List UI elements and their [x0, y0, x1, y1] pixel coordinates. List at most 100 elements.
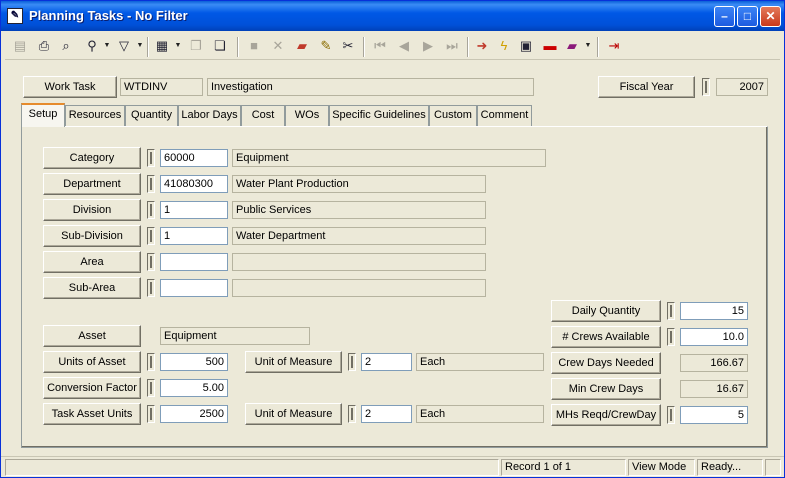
category-button[interactable]: Category — [43, 147, 141, 169]
indicator — [147, 379, 155, 397]
division-description: Public Services — [232, 201, 486, 219]
copy-icon[interactable]: ❐ — [185, 36, 207, 58]
ready-status: Ready... — [697, 459, 763, 476]
tab-custom[interactable]: Custom — [429, 105, 477, 126]
tab-setup[interactable]: Setup — [21, 103, 65, 127]
close-button[interactable]: ✕ — [760, 6, 781, 27]
area-button[interactable]: Area — [43, 251, 141, 273]
disabled-delete-icon[interactable]: ✕ — [267, 36, 289, 58]
sub-area-button[interactable]: Sub-Area — [43, 277, 141, 299]
area-description — [232, 253, 486, 271]
preview-icon[interactable]: ⌕ — [55, 36, 77, 58]
indicator — [348, 353, 356, 371]
prev-record-icon[interactable]: ◀ — [393, 36, 415, 58]
maximize-button[interactable]: □ — [737, 6, 758, 27]
book-icon[interactable]: ▰ — [291, 36, 313, 58]
indicator — [147, 149, 155, 167]
daily-quantity-button[interactable]: Daily Quantity — [551, 300, 661, 322]
unit-of-measure-code-field-2[interactable]: 2 — [361, 405, 412, 423]
arrow-right-icon[interactable]: ➜ — [471, 36, 493, 58]
scissors-icon[interactable]: ✂ — [337, 36, 359, 58]
window-icon[interactable]: ▣ — [515, 36, 537, 58]
clip-icon[interactable]: ▬ — [539, 36, 561, 58]
report-icon[interactable]: ▦ — [151, 36, 173, 58]
lightning-icon[interactable]: ϟ — [493, 36, 515, 58]
find-dropdown-icon[interactable]: ▼ — [103, 36, 111, 58]
division-code-field[interactable]: 1 — [160, 201, 228, 219]
indicator — [147, 279, 155, 297]
sub-area-code-field[interactable] — [160, 279, 228, 297]
paste-icon[interactable]: ❏ — [209, 36, 231, 58]
exit-icon[interactable]: ⇥ — [603, 36, 625, 58]
report-dropdown-icon[interactable]: ▼ — [174, 36, 182, 58]
unit-of-measure-button-2[interactable]: Unit of Measure — [245, 403, 342, 425]
area-code-field[interactable] — [160, 253, 228, 271]
conversion-factor-field[interactable]: 5.00 — [160, 379, 228, 397]
category-code-field[interactable]: 60000 — [160, 149, 228, 167]
toolbar: ▤ ⎙ ⌕ ⚲ ▼ ▽ ▼ ▦ ▼ ❐ ❏ ■ ✕ ▰ ✎ ✂ ⏮ ◀ ▶ ⏭ … — [5, 34, 780, 60]
department-description: Water Plant Production — [232, 175, 486, 193]
unit-of-measure-code-field[interactable]: 2 — [361, 353, 412, 371]
indicator — [667, 406, 675, 424]
tab-labor-days[interactable]: Labor Days — [178, 105, 241, 126]
indicator — [667, 328, 675, 346]
crews-available-field[interactable]: 10.0 — [680, 328, 748, 346]
filter-icon[interactable]: ▽ — [113, 36, 135, 58]
sub-division-code-field[interactable]: 1 — [160, 227, 228, 245]
unit-of-measure-button[interactable]: Unit of Measure — [245, 351, 342, 373]
task-asset-units-button[interactable]: Task Asset Units — [43, 403, 141, 425]
mhs-reqd-crewday-field[interactable]: 5 — [680, 406, 748, 424]
filter-dropdown-icon[interactable]: ▼ — [136, 36, 144, 58]
view-icon[interactable]: ▤ — [9, 36, 31, 58]
books-icon[interactable]: ▰ — [561, 36, 583, 58]
crews-available-button[interactable]: # Crews Available — [551, 326, 661, 348]
view-mode-status: View Mode — [628, 459, 695, 476]
size-grip-icon[interactable] — [765, 459, 781, 476]
pencil-icon[interactable]: ✎ — [315, 36, 337, 58]
asset-button[interactable]: Asset — [43, 325, 141, 347]
tab-resources[interactable]: Resources — [65, 105, 125, 126]
first-record-icon[interactable]: ⏮ — [369, 36, 391, 58]
sub-area-description — [232, 279, 486, 297]
tab-quantity[interactable]: Quantity — [125, 105, 178, 126]
status-bar: Record 1 of 1 View Mode Ready... — [1, 456, 784, 477]
disabled-new-icon[interactable]: ■ — [243, 36, 265, 58]
asset-value: Equipment — [160, 327, 310, 345]
record-selector-indicator — [702, 78, 710, 96]
units-of-asset-field[interactable]: 500 — [160, 353, 228, 371]
department-button[interactable]: Department — [43, 173, 141, 195]
record-count: Record 1 of 1 — [501, 459, 626, 476]
indicator — [147, 201, 155, 219]
minimize-button[interactable]: – — [714, 6, 735, 27]
tab-comment[interactable]: Comment — [477, 105, 532, 126]
indicator — [147, 175, 155, 193]
title-bar: ✎ Planning Tasks - No Filter – □ ✕ — [1, 1, 784, 31]
indicator — [147, 253, 155, 271]
tab-wos[interactable]: WOs — [285, 105, 329, 126]
daily-quantity-field[interactable]: 15 — [680, 302, 748, 320]
fiscal-year-button[interactable]: Fiscal Year — [598, 76, 695, 98]
work-task-button[interactable]: Work Task — [23, 76, 117, 98]
mhs-reqd-crewday-button[interactable]: MHs Reqd/CrewDay — [551, 404, 661, 426]
tab-cost[interactable]: Cost — [241, 105, 285, 126]
print-icon[interactable]: ⎙ — [33, 36, 55, 58]
min-crew-days-button[interactable]: Min Crew Days — [551, 378, 661, 400]
indicator — [147, 353, 155, 371]
division-button[interactable]: Division — [43, 199, 141, 221]
conversion-factor-button[interactable]: Conversion Factor — [43, 377, 141, 399]
crew-days-needed-button[interactable]: Crew Days Needed — [551, 352, 661, 374]
sub-division-button[interactable]: Sub-Division — [43, 225, 141, 247]
tab-specific-guidelines[interactable]: Specific Guidelines — [329, 105, 429, 126]
sub-division-description: Water Department — [232, 227, 486, 245]
department-code-field[interactable]: 41080300 — [160, 175, 228, 193]
planning-tasks-window: ✎ Planning Tasks - No Filter – □ ✕ ▤ ⎙ ⌕… — [0, 0, 785, 478]
units-of-asset-button[interactable]: Units of Asset — [43, 351, 141, 373]
fiscal-year-value: 2007 — [716, 78, 768, 96]
books-dropdown-icon[interactable]: ▼ — [584, 36, 592, 58]
last-record-icon[interactable]: ⏭ — [441, 36, 463, 58]
unit-of-measure-description-2: Each — [416, 405, 544, 423]
next-record-icon[interactable]: ▶ — [417, 36, 439, 58]
crew-days-needed-value: 166.67 — [680, 354, 748, 372]
find-icon[interactable]: ⚲ — [81, 36, 103, 58]
task-asset-units-field[interactable]: 2500 — [160, 405, 228, 423]
